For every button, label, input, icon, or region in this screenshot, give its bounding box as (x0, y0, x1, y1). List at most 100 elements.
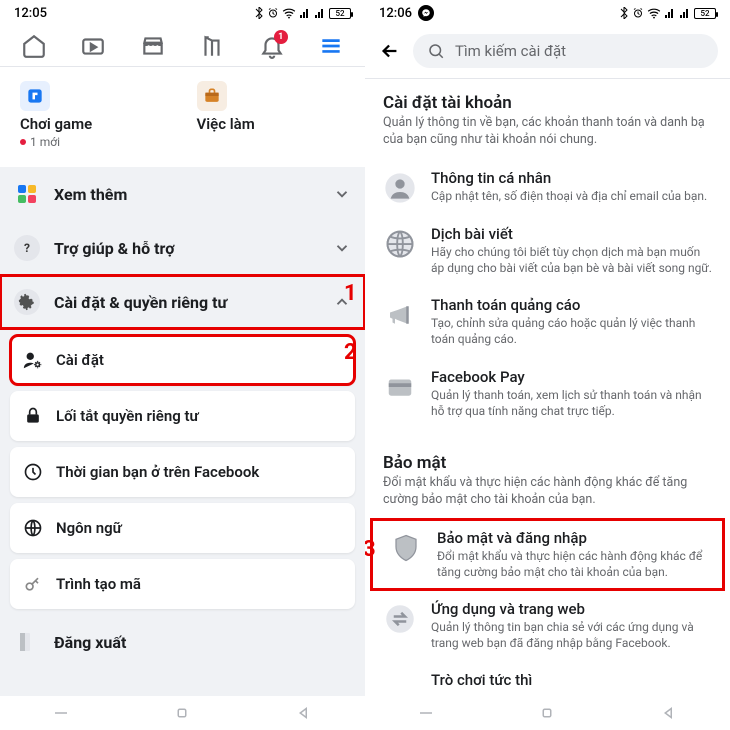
language-card[interactable]: Ngôn ngữ (10, 503, 355, 553)
item-sub: Hãy cho chúng tôi biết tùy chọn dịch mà … (431, 244, 712, 276)
account-section: Cài đặt tài khoản Quản lý thông tin về b… (365, 87, 730, 159)
phone-right: 12:06 52 Tìm kiếm cài đặt Cài đặt tài kh… (365, 0, 730, 730)
android-nav (0, 696, 365, 730)
status-icons: 52 (254, 7, 351, 19)
step-2-marker: 2 (344, 340, 357, 365)
apps-websites-item[interactable]: Ứng dụng và trang web Quản lý thông tin … (365, 590, 730, 661)
wifi-icon (647, 7, 661, 19)
item-sub: Quản lý thông tin bạn chia sẻ với các ứn… (431, 619, 712, 651)
shortcut-gaming[interactable]: Chơi game 1 mới (10, 73, 179, 159)
battery-icon: 52 (329, 8, 351, 19)
tab-watch[interactable] (79, 32, 107, 60)
tab-notifications[interactable]: 1 (258, 32, 286, 60)
see-more-label: Xem thêm (54, 185, 319, 204)
section-title: Bảo mật (383, 453, 712, 473)
code-gen-label: Trình tạo mã (56, 575, 141, 593)
clock: 12:05 (14, 6, 47, 21)
briefcase-icon (197, 81, 227, 111)
back-button[interactable] (377, 38, 403, 64)
shortcut-sub: 1 mới (20, 135, 169, 149)
game-icon (383, 673, 417, 696)
clock-icon (22, 461, 44, 483)
settings-label: Cài đặt (56, 351, 104, 369)
wifi-icon (282, 7, 296, 19)
signal1-icon (299, 8, 311, 19)
svg-text:?: ? (24, 241, 30, 255)
time-on-fb-label: Thời gian bạn ở trên Facebook (56, 463, 259, 481)
item-sub: Đổi mật khẩu và thực hiện các hành động … (437, 548, 706, 580)
privacy-shortcut-card[interactable]: Lối tắt quyền riêng tư (10, 391, 355, 441)
logout-label: Đăng xuất (54, 633, 351, 652)
section-title: Cài đặt tài khoản (383, 93, 712, 113)
battery-icon: 52 (694, 8, 716, 19)
item-sub: Cập nhật tên, số điện thoại và địa chỉ e… (431, 188, 707, 204)
swap-icon (383, 602, 417, 636)
menu-content: Xem thêm ? Trợ giúp & hỗ trợ Cài đặt & q… (0, 167, 365, 696)
settings-header: Tìm kiếm cài đặt (365, 26, 730, 76)
grid-icon (14, 181, 40, 207)
tab-marketplace[interactable] (139, 32, 167, 60)
shortcut-title: Chơi game (20, 115, 169, 133)
signal2-icon (314, 8, 326, 19)
phone-left: 12:05 52 1 Chơi game 1 mới (0, 0, 365, 730)
status-bar: 12:06 52 (365, 0, 730, 26)
globe-icon (383, 227, 417, 261)
home-nav-icon[interactable] (538, 704, 556, 722)
item-sub: Quản lý thanh toán, xem lịch sử thanh to… (431, 387, 712, 419)
gaming-icon (20, 81, 50, 111)
item-sub: Tạo, chỉnh sửa quảng cáo hoặc quản lý vi… (431, 315, 712, 347)
globe-icon (22, 517, 44, 539)
shortcuts-row: Chơi game 1 mới Việc làm (0, 67, 365, 167)
alarm-icon (267, 7, 279, 19)
tab-pages[interactable] (198, 32, 226, 60)
item-title: Dịch bài viết (431, 225, 712, 243)
logout-row[interactable]: Đăng xuất (0, 615, 365, 669)
ads-payment-item[interactable]: Thanh toán quảng cáo Tạo, chỉnh sửa quản… (365, 286, 730, 357)
search-input[interactable]: Tìm kiếm cài đặt (413, 34, 718, 68)
recent-apps-icon[interactable] (52, 704, 70, 722)
tab-menu[interactable] (317, 32, 345, 60)
privacy-shortcut-label: Lối tắt quyền riêng tư (56, 407, 199, 425)
settings-card[interactable]: Cài đặt (10, 335, 355, 385)
language-label: Ngôn ngữ (56, 519, 122, 537)
instant-games-item[interactable]: Trò chơi tức thì (365, 661, 730, 696)
translate-item[interactable]: Dịch bài viết Hãy cho chúng tôi biết tùy… (365, 215, 730, 286)
help-icon: ? (14, 235, 40, 261)
facebook-pay-item[interactable]: Facebook Pay Quản lý thanh toán, xem lịc… (365, 358, 730, 429)
signal1-icon (664, 8, 676, 19)
item-title: Thanh toán quảng cáo (431, 296, 712, 314)
see-more-row[interactable]: Xem thêm (0, 167, 365, 221)
person-gear-icon (22, 349, 44, 371)
personal-info-item[interactable]: Thông tin cá nhân Cập nhật tên, số điện … (365, 159, 730, 215)
security-section: Bảo mật Đổi mật khẩu và thực hiện các hà… (365, 447, 730, 519)
bluetooth-icon (254, 7, 264, 19)
megaphone-icon (383, 298, 417, 332)
back-nav-icon[interactable] (660, 704, 678, 722)
settings-privacy-label: Cài đặt & quyền riêng tư (54, 293, 319, 312)
help-label: Trợ giúp & hỗ trợ (54, 239, 319, 258)
code-gen-card[interactable]: Trình tạo mã (10, 559, 355, 609)
shortcut-jobs[interactable]: Việc làm (187, 73, 356, 159)
section-desc: Đổi mật khẩu và thực hiện các hành động … (383, 475, 712, 509)
time-on-fb-card[interactable]: Thời gian bạn ở trên Facebook (10, 447, 355, 497)
back-nav-icon[interactable] (295, 704, 313, 722)
gear-icon (14, 289, 40, 315)
home-nav-icon[interactable] (173, 704, 191, 722)
help-support-row[interactable]: ? Trợ giúp & hỗ trợ (0, 221, 365, 275)
android-nav (365, 696, 730, 730)
settings-privacy-row[interactable]: Cài đặt & quyền riêng tư (0, 275, 365, 329)
recent-apps-icon[interactable] (417, 704, 435, 722)
bluetooth-icon (619, 7, 629, 19)
item-title: Ứng dụng và trang web (431, 600, 712, 618)
logout-icon (14, 629, 40, 655)
messenger-icon (418, 5, 434, 21)
item-title: Thông tin cá nhân (431, 169, 707, 187)
tab-home[interactable] (20, 32, 48, 60)
status-icons: 52 (619, 7, 716, 19)
security-login-item[interactable]: Bảo mật và đăng nhập Đổi mật khẩu và thự… (371, 519, 724, 590)
search-placeholder: Tìm kiếm cài đặt (455, 42, 566, 60)
item-title: Trò chơi tức thì (431, 671, 532, 689)
alarm-icon (632, 7, 644, 19)
step-1-marker: 1 (344, 281, 357, 306)
item-title: Facebook Pay (431, 368, 712, 386)
